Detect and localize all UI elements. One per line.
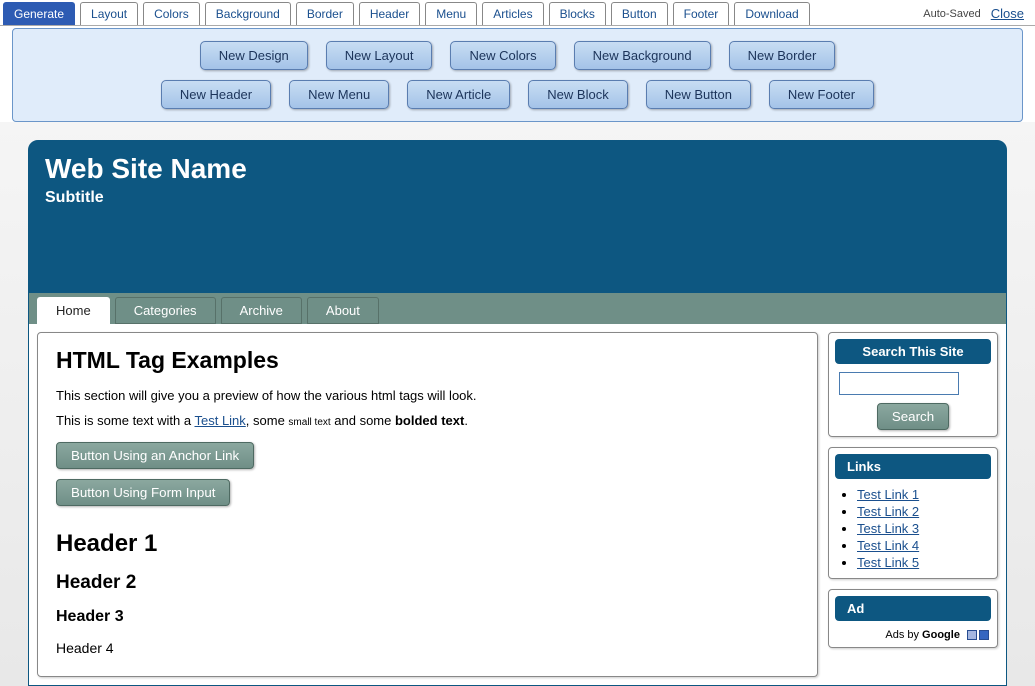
search-title: Search This Site bbox=[835, 339, 991, 364]
top-tab-generate[interactable]: Generate bbox=[3, 2, 75, 25]
form-input-button[interactable]: Button Using Form Input bbox=[56, 479, 230, 506]
search-box: Search This Site Search bbox=[828, 332, 998, 437]
article-para-1: This section will give you a preview of … bbox=[56, 388, 799, 403]
list-item: Test Link 1 bbox=[857, 487, 991, 502]
small-text: small text bbox=[288, 417, 330, 428]
links-box: Links Test Link 1 Test Link 2 Test Link 3 T… bbox=[828, 447, 998, 579]
links-title: Links bbox=[835, 454, 991, 479]
article-para-2: This is some text with a Test Link, some… bbox=[56, 413, 799, 428]
new-background-button[interactable]: New Background bbox=[574, 41, 711, 70]
search-input[interactable] bbox=[839, 372, 959, 395]
sidebar-link-1[interactable]: Test Link 1 bbox=[857, 487, 919, 502]
top-tab-colors[interactable]: Colors bbox=[143, 2, 200, 25]
new-article-button[interactable]: New Article bbox=[407, 80, 510, 109]
header-2: Header 2 bbox=[56, 572, 799, 594]
top-tab-layout[interactable]: Layout bbox=[80, 2, 138, 25]
top-tab-menu[interactable]: Menu bbox=[425, 2, 477, 25]
top-tab-download[interactable]: Download bbox=[734, 2, 809, 25]
ad-title: Ad bbox=[835, 596, 991, 621]
ad-box: Ad Ads by Google bbox=[828, 589, 998, 648]
sidebar-link-5[interactable]: Test Link 5 bbox=[857, 555, 919, 570]
nav-tab-home[interactable]: Home bbox=[37, 297, 110, 324]
new-design-button[interactable]: New Design bbox=[200, 41, 308, 70]
new-border-button[interactable]: New Border bbox=[729, 41, 836, 70]
new-block-button[interactable]: New Block bbox=[528, 80, 627, 109]
list-item: Test Link 3 bbox=[857, 521, 991, 536]
top-tab-button[interactable]: Button bbox=[611, 2, 668, 25]
close-link[interactable]: Close bbox=[991, 6, 1024, 21]
top-tab-footer[interactable]: Footer bbox=[673, 2, 730, 25]
site-preview: Web Site Name Subtitle HomeCategoriesArc… bbox=[28, 140, 1007, 686]
article-title: HTML Tag Examples bbox=[56, 347, 799, 374]
header-3: Header 3 bbox=[56, 608, 799, 626]
top-tab-articles[interactable]: Articles bbox=[482, 2, 543, 25]
new-colors-button[interactable]: New Colors bbox=[450, 41, 555, 70]
top-tab-background[interactable]: Background bbox=[205, 2, 291, 25]
search-button[interactable]: Search bbox=[877, 403, 949, 430]
header-1: Header 1 bbox=[56, 530, 799, 558]
auto-saved-label: Auto-Saved bbox=[923, 8, 980, 20]
new-header-button[interactable]: New Header bbox=[161, 80, 271, 109]
test-link[interactable]: Test Link bbox=[194, 413, 245, 428]
ads-by-label: Ads by Google bbox=[835, 629, 991, 641]
sidebar-link-2[interactable]: Test Link 2 bbox=[857, 504, 919, 519]
nav-tab-about[interactable]: About bbox=[307, 297, 379, 324]
list-item: Test Link 2 bbox=[857, 504, 991, 519]
content-area: HTML Tag Examples This section will give… bbox=[29, 324, 1006, 685]
list-item: Test Link 5 bbox=[857, 555, 991, 570]
new-footer-button[interactable]: New Footer bbox=[769, 80, 874, 109]
nav-bar: HomeCategoriesArchiveAbout bbox=[29, 293, 1006, 324]
site-subtitle: Subtitle bbox=[45, 189, 990, 207]
new-menu-button[interactable]: New Menu bbox=[289, 80, 389, 109]
list-item: Test Link 4 bbox=[857, 538, 991, 553]
top-tab-border[interactable]: Border bbox=[296, 2, 354, 25]
sidebar: Search This Site Search Links Test Link … bbox=[828, 332, 998, 677]
top-tab-blocks[interactable]: Blocks bbox=[549, 2, 606, 25]
top-tab-bar: GenerateLayoutColorsBackgroundBorderHead… bbox=[0, 0, 1035, 26]
new-layout-button[interactable]: New Layout bbox=[326, 41, 433, 70]
top-tab-header[interactable]: Header bbox=[359, 2, 420, 25]
site-header: Web Site Name Subtitle bbox=[29, 141, 1006, 293]
generate-panel: New Design New Layout New Colors New Backgr… bbox=[12, 28, 1023, 122]
nav-tab-categories[interactable]: Categories bbox=[115, 297, 216, 324]
header-4: Header 4 bbox=[56, 640, 799, 656]
preview-area: Web Site Name Subtitle HomeCategoriesArc… bbox=[0, 122, 1035, 686]
nav-tab-archive[interactable]: Archive bbox=[221, 297, 302, 324]
bold-text: bolded text bbox=[395, 413, 464, 428]
new-button-button[interactable]: New Button bbox=[646, 80, 751, 109]
site-title: Web Site Name bbox=[45, 153, 990, 185]
sidebar-link-4[interactable]: Test Link 4 bbox=[857, 538, 919, 553]
sidebar-link-3[interactable]: Test Link 3 bbox=[857, 521, 919, 536]
ad-next-icon[interactable] bbox=[979, 630, 989, 640]
ad-prev-icon[interactable] bbox=[967, 630, 977, 640]
anchor-link-button[interactable]: Button Using an Anchor Link bbox=[56, 442, 254, 469]
main-column: HTML Tag Examples This section will give… bbox=[37, 332, 818, 677]
